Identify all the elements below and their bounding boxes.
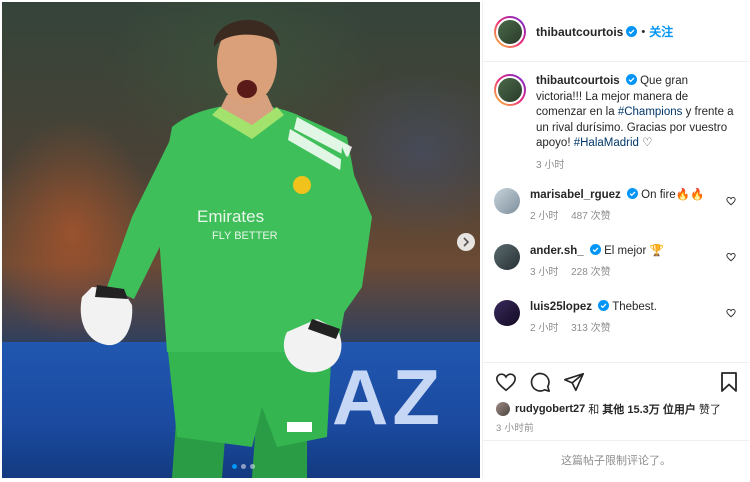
comment-time: 2 小时: [530, 211, 559, 222]
post-photo[interactable]: AZ Emirates FLY BETTER: [2, 2, 480, 478]
post-header: thibautcourtois • 关注: [483, 2, 749, 62]
carousel-next-button[interactable]: [457, 233, 475, 251]
likes-joiner: 和: [588, 404, 600, 416]
commenter-avatar[interactable]: [494, 300, 520, 326]
carousel-dot: [250, 464, 255, 469]
carousel-dot-active: [232, 464, 237, 469]
share-icon[interactable]: [563, 371, 585, 393]
caption-avatar[interactable]: [494, 74, 526, 106]
verified-icon: [625, 74, 637, 85]
carousel-dot: [241, 464, 246, 469]
hashtag-champions[interactable]: #Champions: [618, 106, 683, 118]
liker-username[interactable]: rudygobert27: [515, 403, 585, 415]
comment-icon[interactable]: [529, 371, 551, 393]
follow-button[interactable]: 关注: [649, 23, 673, 40]
commenter-username[interactable]: ander.sh_: [530, 245, 584, 257]
comment-text: On fire🔥🔥: [641, 189, 705, 201]
comments-list[interactable]: thibautcourtois Que gran victoria!!! La …: [483, 62, 749, 362]
caption-time: 3 小时: [536, 159, 565, 171]
comment-heart-icon[interactable]: [726, 196, 736, 206]
comments-closed-notice: 这篇帖子限制评论了。: [483, 440, 749, 478]
commenter-avatar[interactable]: [494, 188, 520, 214]
comment-item: marisabel_rguez On fire🔥🔥 2 小时 487 次赞: [494, 188, 744, 224]
verified-icon: [626, 26, 638, 37]
commenter-username[interactable]: marisabel_rguez: [530, 189, 621, 201]
caption-emoji: ♡: [642, 137, 653, 149]
carousel-dots: [232, 464, 255, 469]
likes-summary: rudygobert27 和 其他 15.3万 位用户 赞了: [496, 401, 721, 417]
verified-icon: [589, 244, 601, 255]
bookmark-icon[interactable]: [719, 371, 739, 393]
goalkeeper-illustration: Emirates FLY BETTER: [80, 19, 372, 478]
caption-username[interactable]: thibautcourtois: [536, 75, 620, 87]
post-timestamp[interactable]: 3 小时前: [496, 420, 534, 434]
likes-suffix: 赞了: [698, 404, 721, 416]
hashtag-halamadrid[interactable]: #HalaMadrid: [574, 137, 639, 149]
comment-likes[interactable]: 228 次赞: [571, 267, 610, 278]
jersey-sponsor-2: FLY BETTER: [212, 230, 278, 242]
liker-avatar[interactable]: [496, 402, 510, 416]
post-caption: thibautcourtois Que gran victoria!!! La …: [494, 74, 744, 173]
post-actions: rudygobert27 和 其他 15.3万 位用户 赞了: [483, 362, 749, 424]
comment-heart-icon[interactable]: [726, 308, 736, 318]
comment-text: Thebest.: [612, 301, 657, 313]
verified-icon: [626, 188, 638, 199]
comment-time: 2 小时: [530, 323, 559, 334]
commenter-username[interactable]: luis25lopez: [530, 301, 592, 313]
likes-others[interactable]: 其他 15.3万 位用户: [602, 401, 696, 417]
comment-item: luis25lopez Thebest. 2 小时 313 次赞: [494, 300, 744, 336]
comment-time: 3 小时: [530, 267, 559, 278]
instagram-post-window: AZ Emirates FLY BETTER thibautcourtois •…: [0, 0, 750, 482]
jersey-sponsor-1: Emirates: [197, 207, 264, 226]
comment-text: El mejor 🏆: [604, 245, 664, 257]
comment-likes[interactable]: 487 次赞: [571, 211, 610, 222]
verified-icon: [598, 300, 610, 311]
caption-text: thibautcourtois Que gran victoria!!! La …: [536, 74, 736, 173]
author-avatar[interactable]: [494, 15, 526, 48]
heart-icon[interactable]: [495, 371, 517, 393]
comment-heart-icon[interactable]: [726, 252, 736, 262]
comment-item: ander.sh_ El mejor 🏆 3 小时 228 次赞: [494, 244, 744, 280]
header-separator: •: [641, 25, 646, 38]
chevron-right-icon: [463, 237, 470, 247]
author-username[interactable]: thibautcourtois: [536, 25, 623, 39]
post-side-panel: thibautcourtois • 关注 thibautcourtois Que…: [482, 2, 749, 478]
comment-likes[interactable]: 313 次赞: [571, 323, 610, 334]
commenter-avatar[interactable]: [494, 244, 520, 270]
